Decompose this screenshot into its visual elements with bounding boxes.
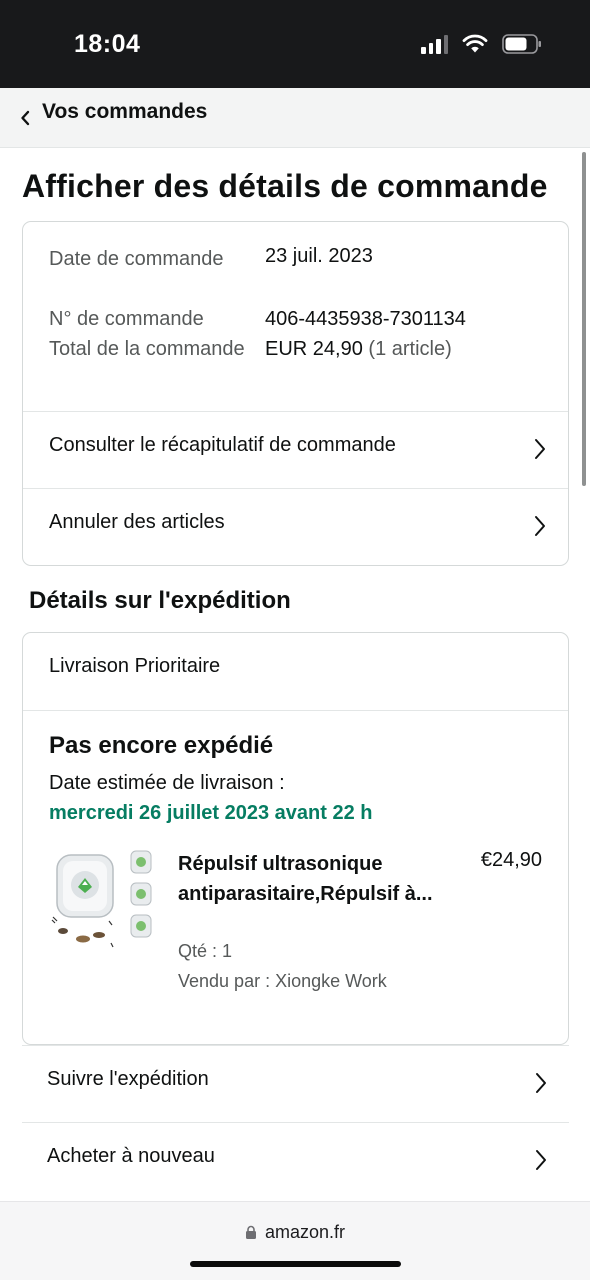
top-navigation: Vos commandes: [0, 88, 590, 148]
status-bar: 18:04: [0, 0, 590, 88]
order-total-amount: EUR 24,90: [265, 338, 363, 360]
status-icons: [421, 33, 542, 55]
url-display[interactable]: amazon.fr: [0, 1222, 590, 1243]
product-price: €24,90: [480, 849, 542, 871]
shipment-card: Livraison Prioritaire Pas encore expédié…: [22, 632, 569, 1045]
buy-again-link[interactable]: Acheter à nouveau: [22, 1122, 569, 1199]
battery-icon: [502, 34, 541, 54]
chevron-right-icon: [535, 516, 545, 536]
scrollbar[interactable]: [582, 152, 586, 486]
shipment-status: Pas encore expédié: [49, 732, 274, 759]
chevron-right-icon: [536, 1073, 546, 1093]
product-seller: Vendu par : Xiongke Work: [178, 971, 387, 991]
order-summary-link[interactable]: Consulter le récapitulatif de commande: [23, 411, 568, 488]
order-total-value: EUR 24,90 (1 article): [265, 334, 452, 364]
status-time: 18:04: [74, 30, 141, 58]
order-item-count: (1 article): [368, 338, 452, 360]
track-shipment-link[interactable]: Suivre l'expédition: [22, 1045, 569, 1122]
product-quantity: Qté : 1: [178, 941, 233, 961]
back-to-orders-link[interactable]: Vos commandes: [42, 100, 207, 124]
browser-address-bar[interactable]: amazon.fr: [0, 1201, 590, 1280]
divider: [23, 710, 568, 711]
estimated-delivery-label: Date estimée de livraison :: [49, 772, 285, 794]
chevron-right-icon: [535, 439, 545, 459]
estimated-delivery-date: mercredi 26 juillet 2023 avant 22 h: [49, 802, 373, 824]
wifi-icon: [462, 34, 488, 53]
chevron-right-icon: [536, 1150, 546, 1170]
cellular-signal-icon: [421, 34, 448, 54]
product-title-link[interactable]: Répulsif ultrasonique antiparasitaire,Ré…: [178, 849, 446, 909]
buy-again-label: Acheter à nouveau: [47, 1145, 215, 1167]
lock-icon: [245, 1225, 256, 1239]
product-image[interactable]: [47, 847, 157, 952]
url-text: amazon.fr: [264, 1222, 346, 1242]
order-date-value: 23 juil. 2023: [265, 245, 373, 267]
order-date-label: Date de commande: [49, 248, 224, 270]
home-indicator[interactable]: [190, 1261, 401, 1267]
page-title: Afficher des détails de commande: [22, 168, 548, 204]
track-shipment-label: Suivre l'expédition: [47, 1068, 209, 1090]
shipping-section-title: Détails sur l'expédition: [29, 587, 291, 614]
order-summary-label: Consulter le récapitulatif de commande: [49, 434, 396, 456]
order-number-value: 406-4435938-7301134: [265, 308, 466, 330]
cancel-items-label: Annuler des articles: [49, 511, 225, 533]
order-details-card: Date de commande 23 juil. 2023 N° de com…: [22, 221, 569, 566]
order-total-label: Total de la commande: [49, 338, 245, 360]
chevron-left-icon[interactable]: [20, 110, 30, 126]
cancel-items-link[interactable]: Annuler des articles: [23, 488, 568, 565]
order-number-label: N° de commande: [49, 308, 204, 330]
delivery-type: Livraison Prioritaire: [49, 655, 221, 677]
